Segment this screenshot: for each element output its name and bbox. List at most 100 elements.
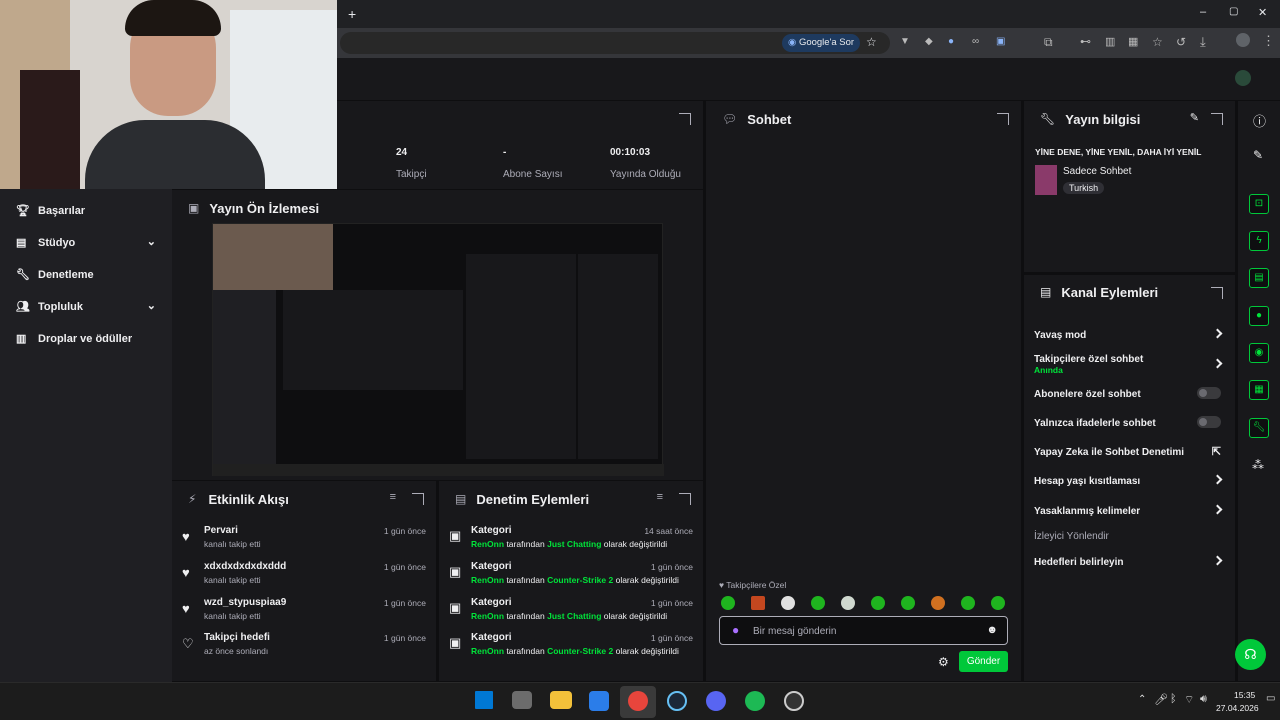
filter-icon[interactable]: ≡ <box>657 491 663 503</box>
chrome-icon[interactable] <box>628 691 648 711</box>
new-tab-button[interactable]: + <box>348 6 356 22</box>
help-chat-icon[interactable]: ☊ <box>1235 639 1266 670</box>
popout-icon[interactable] <box>679 113 691 125</box>
sub-chat-row[interactable]: Abonelere özel sohbet <box>1034 387 1221 400</box>
set-goals-row[interactable]: Hedefleri belirleyin <box>1034 555 1223 568</box>
steam-icon[interactable] <box>667 691 687 711</box>
slow-mode-row[interactable]: Yavaş mod <box>1034 328 1223 341</box>
extension-icon[interactable]: ▼ <box>900 36 910 47</box>
minimize-button[interactable]: – <box>1200 6 1206 18</box>
emote-button[interactable] <box>991 596 1005 610</box>
wifi-icon[interactable]: ⌔ <box>1184 693 1194 707</box>
bookmark-star-icon[interactable]: ☆ <box>866 35 877 49</box>
mod-user[interactable]: RenOnn <box>471 611 504 621</box>
volume-icon[interactable]: 🔊︎ <box>1200 693 1207 706</box>
followers-chat-row[interactable]: Takipçilere özel sohbet Anında <box>1034 354 1223 375</box>
mod-category[interactable]: Counter-Strike 2 <box>547 646 613 656</box>
google-ask-button[interactable]: ◉ Google'a Sor <box>782 34 861 52</box>
viewer-redirect-row[interactable]: İzleyici Yönlendir <box>1034 531 1221 542</box>
emote-button[interactable] <box>781 596 795 610</box>
discord-icon[interactable] <box>706 691 726 711</box>
filter-icon[interactable]: ≡ <box>390 491 396 503</box>
chat-bubble-icon[interactable]: ● <box>1249 306 1269 326</box>
mod-user[interactable]: RenOnn <box>471 575 504 585</box>
start-menu-icon[interactable] <box>475 691 493 709</box>
emoji-icon[interactable]: ☻ <box>986 624 998 636</box>
clip-icon[interactable]: ⊡ <box>1249 194 1269 214</box>
puzzle-icon[interactable]: ⧉ <box>1044 35 1053 50</box>
glasses-icon[interactable]: ∞ <box>972 36 979 47</box>
history-icon[interactable]: ↺ <box>1176 35 1186 49</box>
mod-category[interactable]: Just Chatting <box>547 539 601 549</box>
nav-droplar[interactable]: ▥ Droplar ve ödüller <box>16 332 132 346</box>
edit-pencil-icon[interactable]: ✎ <box>1190 111 1199 124</box>
send-button[interactable]: Gönder <box>959 651 1008 672</box>
category-name[interactable]: Sadece Sohbet <box>1063 166 1131 177</box>
emote-button[interactable] <box>841 596 855 610</box>
feed-name[interactable]: Takipçi hedefi <box>204 632 270 643</box>
link-icon[interactable]: ⊷ <box>1080 35 1091 48</box>
menu-dots-icon[interactable]: ⋮ <box>1262 33 1275 49</box>
translate-icon[interactable]: ▣ <box>996 36 1005 47</box>
share-icon[interactable]: ⁂ <box>1252 458 1264 472</box>
feed-name[interactable]: xdxdxdxdxdxddd <box>204 561 286 572</box>
mod-user[interactable]: RenOnn <box>471 539 504 549</box>
age-restrict-row[interactable]: Hesap yaşı kısıtlaması <box>1034 474 1223 487</box>
edit-pencil-icon[interactable]: ✎ <box>1253 148 1263 162</box>
grid-icon[interactable]: ▦ <box>1128 35 1138 48</box>
user-avatar[interactable] <box>1235 70 1251 86</box>
clock-date[interactable]: 27.04.2026 <box>1216 703 1259 713</box>
emote-button[interactable] <box>751 596 765 610</box>
ai-mod-row[interactable]: Yapay Zeka ile Sohbet Denetimi ⇱ <box>1034 446 1221 458</box>
emote-button[interactable] <box>871 596 885 610</box>
banned-words-row[interactable]: Yasaklanmış kelimeler <box>1034 504 1223 517</box>
emote-button[interactable] <box>961 596 975 610</box>
sub-chat-toggle[interactable] <box>1197 387 1221 399</box>
profile-avatar[interactable] <box>1236 33 1250 47</box>
notification-icon[interactable]: ▭ <box>1266 693 1275 704</box>
bluetooth-icon[interactable]: ᛒ <box>1170 693 1177 705</box>
obs-icon[interactable] <box>784 691 804 711</box>
emote-button[interactable] <box>721 596 735 610</box>
microphone-icon[interactable]: ● <box>732 623 739 637</box>
globe-icon[interactable]: ● <box>948 36 954 47</box>
emote-button[interactable] <box>931 596 945 610</box>
nav-topluluk[interactable]: 👥︎ Topluluk ⌄ <box>16 300 156 313</box>
stream-preview-video[interactable] <box>212 223 664 476</box>
popout-icon[interactable] <box>412 493 424 505</box>
popout-icon[interactable] <box>997 113 1009 125</box>
task-view-icon[interactable] <box>512 691 532 709</box>
nav-basarilar[interactable]: 🏆︎ Başarılar <box>16 204 85 218</box>
close-window-button[interactable]: ✕ <box>1258 6 1267 19</box>
feed-name[interactable]: Pervari <box>204 525 238 536</box>
file-explorer-icon[interactable] <box>550 691 572 709</box>
mod-user[interactable]: RenOnn <box>471 646 504 656</box>
popout-icon[interactable] <box>1211 287 1223 299</box>
maximize-button[interactable]: ▢ <box>1229 6 1238 17</box>
tray-chevron-up-icon[interactable]: ⌃ <box>1138 694 1146 705</box>
wrench-icon[interactable]: 🔧︎ <box>1249 418 1269 438</box>
microphone-icon[interactable]: 🎤︎ <box>1154 693 1168 706</box>
store-icon[interactable] <box>589 691 609 711</box>
popout-icon[interactable] <box>1211 113 1223 125</box>
popout-icon[interactable] <box>679 493 691 505</box>
shield-icon[interactable]: ◆ <box>925 36 933 47</box>
chat-settings-gear-icon[interactable]: ⚙︎ <box>938 655 949 669</box>
spotify-icon[interactable] <box>745 691 765 711</box>
broadcast-icon[interactable]: ◉ <box>1249 343 1269 363</box>
note-icon[interactable]: ▤ <box>1249 268 1269 288</box>
feed-name[interactable]: wzd_stypuspiaa9 <box>204 597 286 608</box>
emote-chat-row[interactable]: Yalnızca ifadelerle sohbet <box>1034 416 1221 429</box>
mod-category[interactable]: Just Chatting <box>547 611 601 621</box>
emote-button[interactable] <box>901 596 915 610</box>
nav-studyo[interactable]: ▤ Stüdyo ⌄ <box>16 236 156 249</box>
mod-category[interactable]: Counter-Strike 2 <box>547 575 613 585</box>
nav-denetleme[interactable]: 🔧︎ Denetleme <box>16 268 94 282</box>
tag-badge[interactable]: Turkish <box>1063 182 1105 194</box>
emote-chat-toggle[interactable] <box>1197 416 1221 428</box>
download-icon[interactable]: ⤓ <box>1200 34 1206 50</box>
emote-button[interactable] <box>811 596 825 610</box>
favorites-icon[interactable]: ☆ <box>1152 35 1163 49</box>
lightning-icon[interactable]: ϟ <box>1249 231 1269 251</box>
trash-icon[interactable]: ▥ <box>1105 35 1115 48</box>
